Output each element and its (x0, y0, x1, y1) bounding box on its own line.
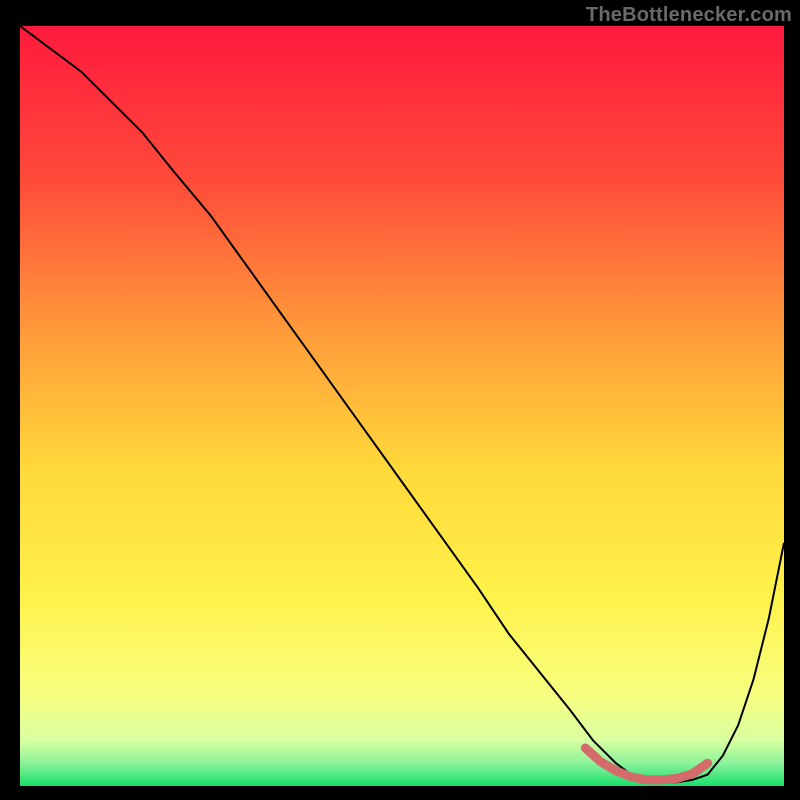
chart-background (20, 26, 784, 786)
chart-container: TheBottlenecker.com (0, 0, 800, 800)
chart-frame (20, 26, 784, 786)
watermark-text: TheBottlenecker.com (586, 4, 792, 27)
chart-svg (20, 26, 784, 786)
